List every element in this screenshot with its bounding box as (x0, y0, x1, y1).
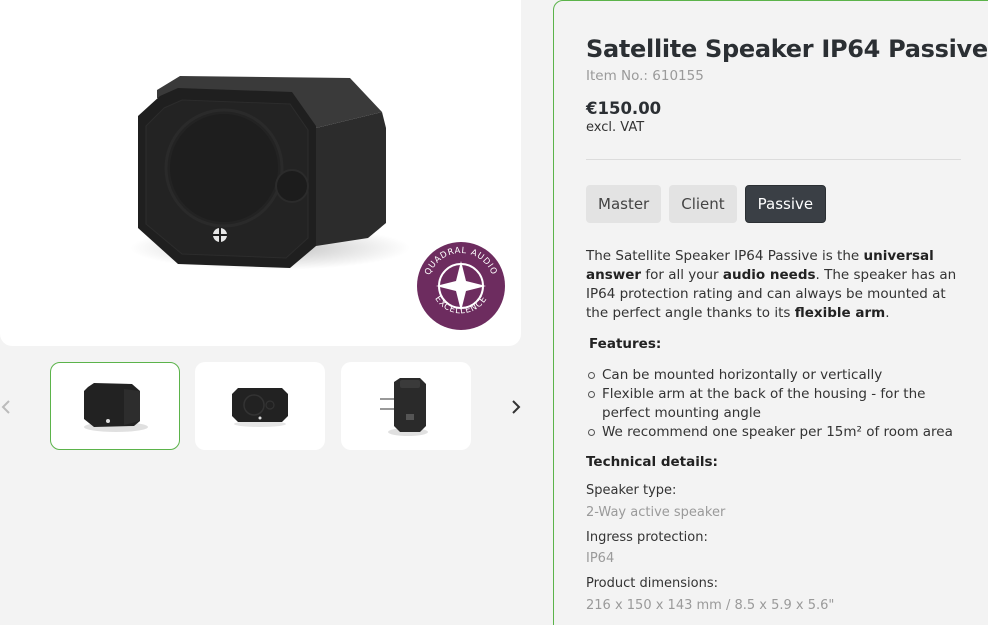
item-number: Item No.: 610155 (586, 68, 704, 84)
spec-label-product-dimensions: Product dimensions: (586, 576, 718, 591)
variant-selector: Master Client Passive (586, 185, 827, 223)
speaker-thumbnail-image (380, 378, 428, 436)
spec-value-product-dimensions: 216 x 150 x 143 mm / 8.5 x 5.9 x 5.6" (586, 598, 835, 613)
thumbnail-back[interactable] (341, 362, 471, 450)
thumbnail-carousel (0, 362, 521, 450)
thumbnail-front-flat[interactable] (195, 362, 325, 450)
chevron-left-icon (1, 400, 10, 414)
main-product-image[interactable]: QUADRAL AUDIO EXCELLENCE (0, 0, 521, 346)
product-detail-panel: Satellite Speaker IP64 Passive Item No.:… (553, 0, 988, 625)
list-item: We recommend one speaker per 15m² of roo… (586, 423, 971, 442)
variant-passive-button[interactable]: Passive (744, 185, 827, 223)
carousel-prev-button[interactable] (0, 392, 18, 422)
vat-note: excl. VAT (586, 120, 645, 135)
speaker-thumbnail-image (84, 383, 148, 432)
spec-label-ingress-protection: Ingress protection: (586, 530, 708, 545)
variant-client-button[interactable]: Client (669, 185, 737, 223)
spec-label-speaker-type: Speaker type: (586, 483, 677, 498)
features-list: Can be mounted horizontally or verticall… (586, 366, 971, 442)
speaker-image (130, 76, 410, 270)
carousel-next-button[interactable] (504, 392, 528, 422)
list-item: Flexible arm at the back of the housing … (586, 385, 971, 423)
quadral-excellence-badge: QUADRAL AUDIO EXCELLENCE (417, 242, 505, 330)
variant-master-button[interactable]: Master (586, 185, 662, 223)
spec-value-ingress-protection: IP64 (586, 551, 615, 566)
chevron-right-icon (512, 400, 521, 414)
list-item: Can be mounted horizontally or verticall… (586, 366, 971, 385)
divider (586, 159, 961, 160)
spec-value-speaker-type: 2-Way active speaker (586, 505, 726, 520)
features-heading: Features: (589, 336, 662, 352)
product-title: Satellite Speaker IP64 Passive (586, 35, 988, 63)
product-price: €150.00 (586, 99, 662, 118)
technical-details-heading: Technical details: (586, 454, 718, 470)
thumbnail-front[interactable] (50, 362, 180, 450)
product-description: The Satellite Speaker IP64 Passive is th… (586, 248, 957, 321)
speaker-thumbnail-image (232, 388, 288, 427)
